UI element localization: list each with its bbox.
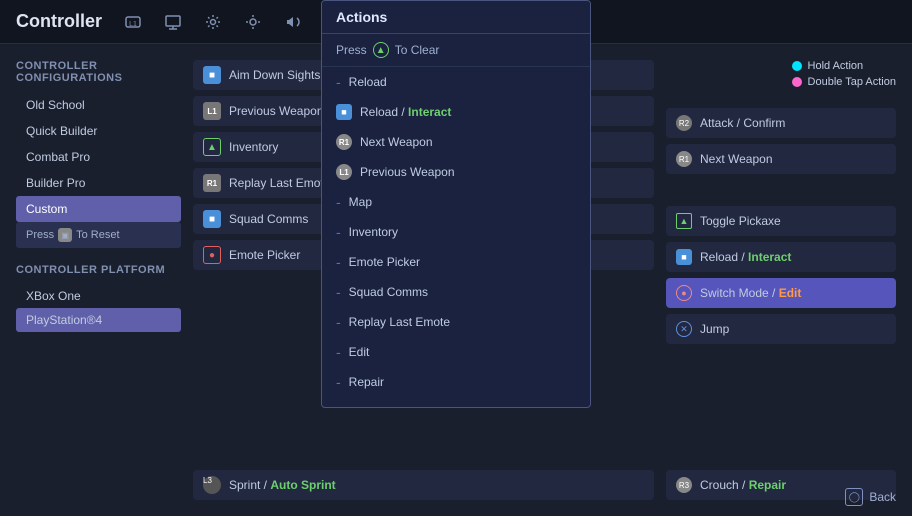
platform-xbox[interactable]: XBox One — [16, 284, 181, 308]
sprint-row[interactable]: L3 Sprint / Auto Sprint — [193, 470, 654, 500]
left-panel: Controller Configurations Old School Qui… — [16, 60, 181, 500]
list-item-map[interactable]: - Map — [322, 187, 590, 217]
attack-confirm-label: Attack / Confirm — [700, 116, 785, 130]
legend-pink-dot — [792, 77, 802, 87]
tri-right-icon: ▲ — [676, 213, 692, 229]
right-panel: Hold Action Double Tap Action R2 Attack … — [666, 60, 896, 500]
main-content: Controller Configurations Old School Qui… — [0, 44, 912, 516]
square-icon: ■ — [203, 66, 221, 84]
legend-double-tap: Double Tap Action — [792, 76, 896, 88]
circ-right-icon: ● — [676, 285, 692, 301]
crouch-repair-label: Crouch / Repair — [700, 478, 786, 492]
right-jump-row[interactable]: ✕ Jump — [666, 314, 896, 344]
list-item-emote-picker[interactable]: - Emote Picker — [322, 247, 590, 277]
next-weapon-right-label: Next Weapon — [700, 152, 773, 166]
sq-right-icon: ■ — [676, 249, 692, 265]
nav-brightness[interactable] — [242, 11, 264, 33]
platform-title: Controller Platform — [16, 264, 181, 276]
legend-double-tap-label: Double Tap Action — [808, 76, 896, 88]
list-item-replay-emote[interactable]: - Replay Last Emote — [322, 307, 590, 337]
previous-weapon-label: Previous Weapon — [229, 104, 324, 118]
config-builder-pro[interactable]: Builder Pro — [16, 170, 181, 196]
right-next-weapon-row[interactable]: R1 Next Weapon — [666, 144, 896, 174]
list-item-repair[interactable]: - Repair — [322, 367, 590, 397]
nav-volume[interactable] — [282, 11, 304, 33]
actions-modal: Actions Press ▲ To Clear - Reload ■ Relo… — [321, 0, 591, 408]
config-list: Old School Quick Builder Combat Pro Buil… — [16, 92, 181, 248]
emote-picker-label: Emote Picker — [229, 248, 300, 262]
l3-icon: L3 — [203, 476, 221, 494]
cross-right-icon: ✕ — [676, 321, 692, 337]
l1-icon: L1 — [203, 102, 221, 120]
config-old-school[interactable]: Old School — [16, 92, 181, 118]
toggle-pickaxe-right-label: Toggle Pickaxe — [700, 214, 781, 228]
list-item-edit[interactable]: - Edit — [322, 337, 590, 367]
circle-icon: ● — [203, 246, 221, 264]
square-icon-2: ■ — [203, 210, 221, 228]
list-item-inventory[interactable]: - Inventory — [322, 217, 590, 247]
nav-gear[interactable] — [202, 11, 224, 33]
squad-comms-label: Squad Comms — [229, 212, 308, 226]
press-reset-button[interactable]: Press ▣ To Reset — [16, 222, 181, 248]
list-item-reload-interact[interactable]: ■ Reload / Interact — [322, 97, 590, 127]
triangle-icon: ▲ — [203, 138, 221, 156]
list-item-reload[interactable]: - Reload — [322, 67, 590, 97]
right-switch-mode-row[interactable]: ● Switch Mode / Edit — [666, 278, 896, 308]
nav-l1[interactable]: L1 — [122, 11, 144, 33]
back-icon: ◯ — [845, 488, 863, 506]
sq-icon: ■ — [336, 104, 352, 120]
list-item-prev-weapon[interactable]: L1 Previous Weapon — [322, 157, 590, 187]
legend-hold: Hold Action — [792, 60, 896, 72]
reload-interact-right-label: Reload / Interact — [700, 250, 791, 264]
platform-list: XBox One PlayStation®4 — [16, 284, 181, 332]
actions-list: - Reload ■ Reload / Interact R1 Next Wea… — [322, 67, 590, 407]
r3-icon: R3 — [676, 477, 692, 493]
legend-area: Hold Action Double Tap Action — [666, 60, 896, 98]
actions-modal-title: Actions — [322, 1, 590, 34]
back-button[interactable]: ◯ Back — [845, 488, 896, 506]
legend-cyan-dot — [792, 61, 802, 71]
list-item-squad-comms[interactable]: - Squad Comms — [322, 277, 590, 307]
config-custom[interactable]: Custom — [16, 196, 181, 222]
legend: Hold Action Double Tap Action — [792, 60, 896, 88]
legend-hold-label: Hold Action — [808, 60, 864, 72]
sprint-label: Sprint / Auto Sprint — [229, 478, 336, 492]
right-attack-row[interactable]: R2 Attack / Confirm — [666, 108, 896, 138]
clear-suffix: To Clear — [395, 43, 440, 57]
replay-emote-label: Replay Last Emote — [229, 176, 330, 190]
svg-text:L1: L1 — [129, 21, 137, 28]
r1-right-icon: R1 — [676, 151, 692, 167]
jump-right-label: Jump — [700, 322, 729, 336]
r1b-icon: R1 — [336, 134, 352, 150]
platform-ps4[interactable]: PlayStation®4 — [16, 308, 181, 332]
page-title: Controller — [16, 11, 102, 32]
reset-btn-icon: ▣ — [58, 228, 72, 242]
nav-monitor[interactable] — [162, 11, 184, 33]
actions-modal-clear: Press ▲ To Clear — [322, 34, 590, 67]
switch-mode-right-label: Switch Mode / Edit — [700, 286, 801, 300]
list-item-next-weapon[interactable]: R1 Next Weapon — [322, 127, 590, 157]
clear-triangle-icon: ▲ — [373, 42, 389, 58]
right-toggle-pickaxe-row[interactable]: ▲ Toggle Pickaxe — [666, 206, 896, 236]
config-quick-builder[interactable]: Quick Builder — [16, 118, 181, 144]
r2-icon: R2 — [676, 115, 692, 131]
right-reload-interact-row[interactable]: ■ Reload / Interact — [666, 242, 896, 272]
l1b-icon: L1 — [336, 164, 352, 180]
inventory-label: Inventory — [229, 140, 278, 154]
back-label: Back — [869, 490, 896, 504]
list-item-next-weapon-pickaxe[interactable]: - Next Weapon / Pickaxe — [322, 397, 590, 407]
configurations-title: Controller Configurations — [16, 60, 181, 84]
aim-down-sights-label: Aim Down Sights — [229, 68, 320, 82]
config-combat-pro[interactable]: Combat Pro — [16, 144, 181, 170]
r1-icon: R1 — [203, 174, 221, 192]
